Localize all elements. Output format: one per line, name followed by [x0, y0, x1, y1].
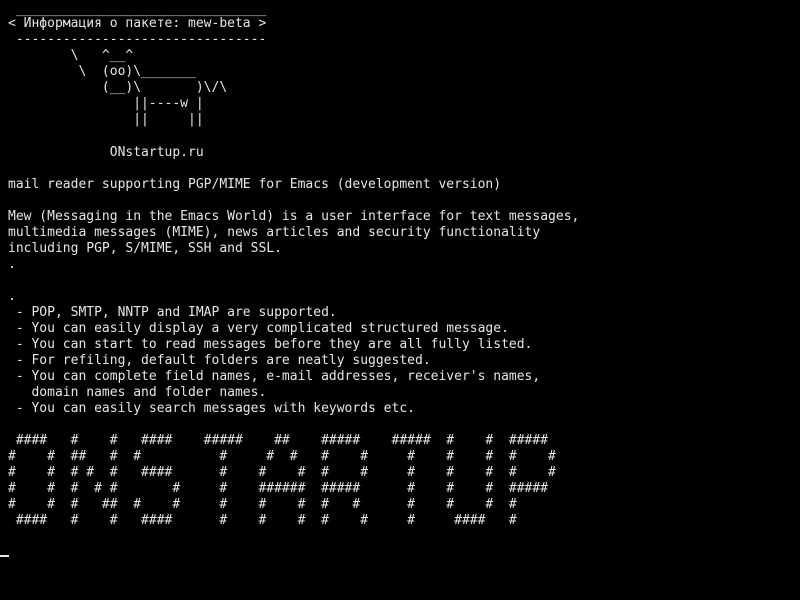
bubble-text: < Информация о пакете: mew-beta >: [8, 16, 267, 31]
feature-item: domain names and folder names.: [8, 385, 267, 400]
banner-line: # # ## # # # # # # # # # # # #: [8, 449, 556, 464]
cow-art-line: \ (oo)\_______: [8, 64, 196, 79]
long-description-line: Mew (Messaging in the Emacs World) is a …: [8, 209, 580, 224]
cow-art-line: ||----w |: [8, 96, 204, 111]
text-cursor: [0, 555, 9, 557]
long-description-line: multimedia messages (MIME), news article…: [8, 225, 541, 240]
long-description-line: including PGP, S/MIME, SSH and SSL.: [8, 241, 282, 256]
site-name: ONstartup.ru: [8, 145, 204, 160]
features-separator: .: [8, 289, 16, 304]
cow-art-line: || ||: [8, 112, 204, 127]
banner-line: #### # # #### # # # # # # #### #: [8, 513, 517, 528]
feature-item: - You can easily display a very complica…: [8, 321, 509, 336]
feature-item: - You can complete field names, e-mail a…: [8, 369, 541, 384]
banner-line: # # # # # #### # # # # # # # # # #: [8, 465, 556, 480]
banner-line: #### # # #### ##### ## ##### ##### # # #…: [8, 433, 549, 448]
terminal-screen[interactable]: ________________________________ < Инфор…: [0, 0, 800, 600]
short-description: mail reader supporting PGP/MIME for Emac…: [8, 177, 502, 192]
cow-art-line: (__)\ )\/\: [8, 80, 228, 95]
banner-line: # # # # # # # ###### ##### # # # #####: [8, 481, 549, 496]
banner-line: # # # ## # # # # # # # # # # #: [8, 497, 517, 512]
bubble-bottom-border: --------------------------------: [8, 32, 267, 47]
long-description-line: .: [8, 257, 16, 272]
feature-item: - POP, SMTP, NNTP and IMAP are supported…: [8, 305, 337, 320]
feature-item: - You can start to read messages before …: [8, 337, 533, 352]
feature-item: - For refiling, default folders are neat…: [8, 353, 431, 368]
cow-art-line: \ ^__^: [8, 48, 134, 63]
feature-item: - You can easily search messages with ke…: [8, 401, 415, 416]
